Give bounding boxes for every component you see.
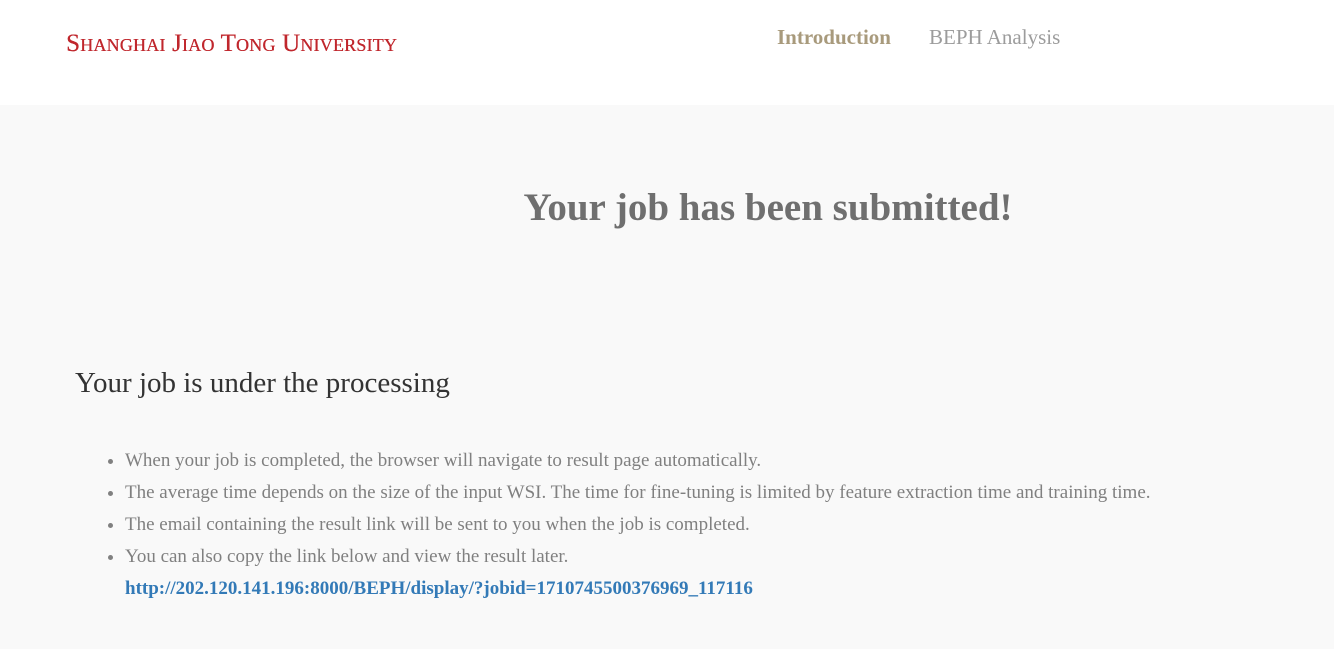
nav-introduction[interactable]: Introduction: [777, 25, 891, 50]
section-title: Your job is under the processing: [75, 367, 450, 399]
copy-link-note: You can also copy the link below and vie…: [125, 546, 569, 567]
list-item: When your job is completed, the browser …: [125, 445, 1151, 477]
page-title: Your job has been submitted!: [523, 186, 1013, 229]
list-item: The average time depends on the size of …: [125, 477, 1151, 509]
main-nav: Introduction BEPH Analysis: [777, 25, 1060, 50]
nav-beph-analysis[interactable]: BEPH Analysis: [929, 25, 1060, 50]
list-item: The email containing the result link wil…: [125, 509, 1151, 541]
info-list: When your job is completed, the browser …: [125, 445, 1151, 605]
university-logo[interactable]: Shanghai Jiao Tong University: [66, 30, 397, 58]
list-item: You can also copy the link below and vie…: [125, 541, 1151, 605]
result-link[interactable]: http://202.120.141.196:8000/BEPH/display…: [125, 573, 1151, 605]
site-header: Shanghai Jiao Tong University Introducti…: [0, 0, 1334, 105]
